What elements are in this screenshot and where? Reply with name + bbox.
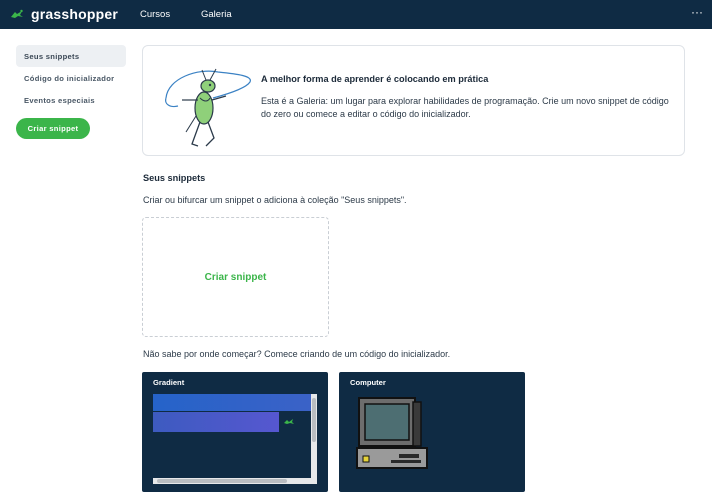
computer-icon bbox=[356, 397, 428, 469]
intro-title: A melhor forma de aprender é colocando e… bbox=[261, 74, 489, 84]
starter-card-gradient[interactable]: Gradient bbox=[142, 372, 328, 492]
starter-card-title: Gradient bbox=[153, 378, 185, 387]
starter-code-description: Não sabe por onde começar? Comece criand… bbox=[143, 349, 451, 359]
sidebar: Seus snippets Código do inicializador Ev… bbox=[16, 45, 126, 139]
sidebar-item-codigo-inicializador[interactable]: Código do inicializador bbox=[16, 67, 126, 89]
more-dots-icon[interactable]: ··· bbox=[691, 6, 703, 18]
starter-card-computer[interactable]: Computer bbox=[339, 372, 525, 492]
starter-card-title: Computer bbox=[350, 378, 386, 387]
top-navigation-bar: grasshopper Cursos Galeria ··· bbox=[0, 0, 712, 29]
create-snippet-card[interactable]: Criar snippet bbox=[142, 217, 329, 337]
sidebar-item-eventos-especiais[interactable]: Eventos especiais bbox=[16, 89, 126, 111]
sidebar-item-seus-snippets[interactable]: Seus snippets bbox=[16, 45, 126, 67]
gradient-preview bbox=[153, 394, 318, 484]
nav-link-galeria[interactable]: Galeria bbox=[201, 9, 232, 20]
gradient-bar bbox=[153, 412, 279, 432]
create-snippet-button[interactable]: Criar snippet bbox=[16, 118, 90, 139]
create-snippet-card-label: Criar snippet bbox=[204, 271, 267, 283]
brand-name: grasshopper bbox=[31, 6, 118, 22]
grasshopper-icon bbox=[284, 419, 294, 424]
vertical-scrollbar[interactable] bbox=[311, 394, 317, 480]
snippets-section-description: Criar ou bifurcar um snippet o adiciona … bbox=[143, 195, 407, 205]
gradient-bar bbox=[153, 394, 311, 411]
brand-logo[interactable]: grasshopper bbox=[9, 6, 118, 22]
grasshopper-logo-icon bbox=[11, 9, 23, 18]
snippets-section-title: Seus snippets bbox=[143, 173, 206, 183]
intro-text: Esta é a Galeria: um lugar para explorar… bbox=[261, 96, 669, 119]
intro-card: A melhor forma de aprender é colocando e… bbox=[142, 45, 685, 156]
grasshopper-with-lasso-illustration bbox=[165, 68, 251, 147]
nav-link-cursos[interactable]: Cursos bbox=[140, 9, 170, 20]
horizontal-scrollbar[interactable] bbox=[153, 478, 317, 484]
